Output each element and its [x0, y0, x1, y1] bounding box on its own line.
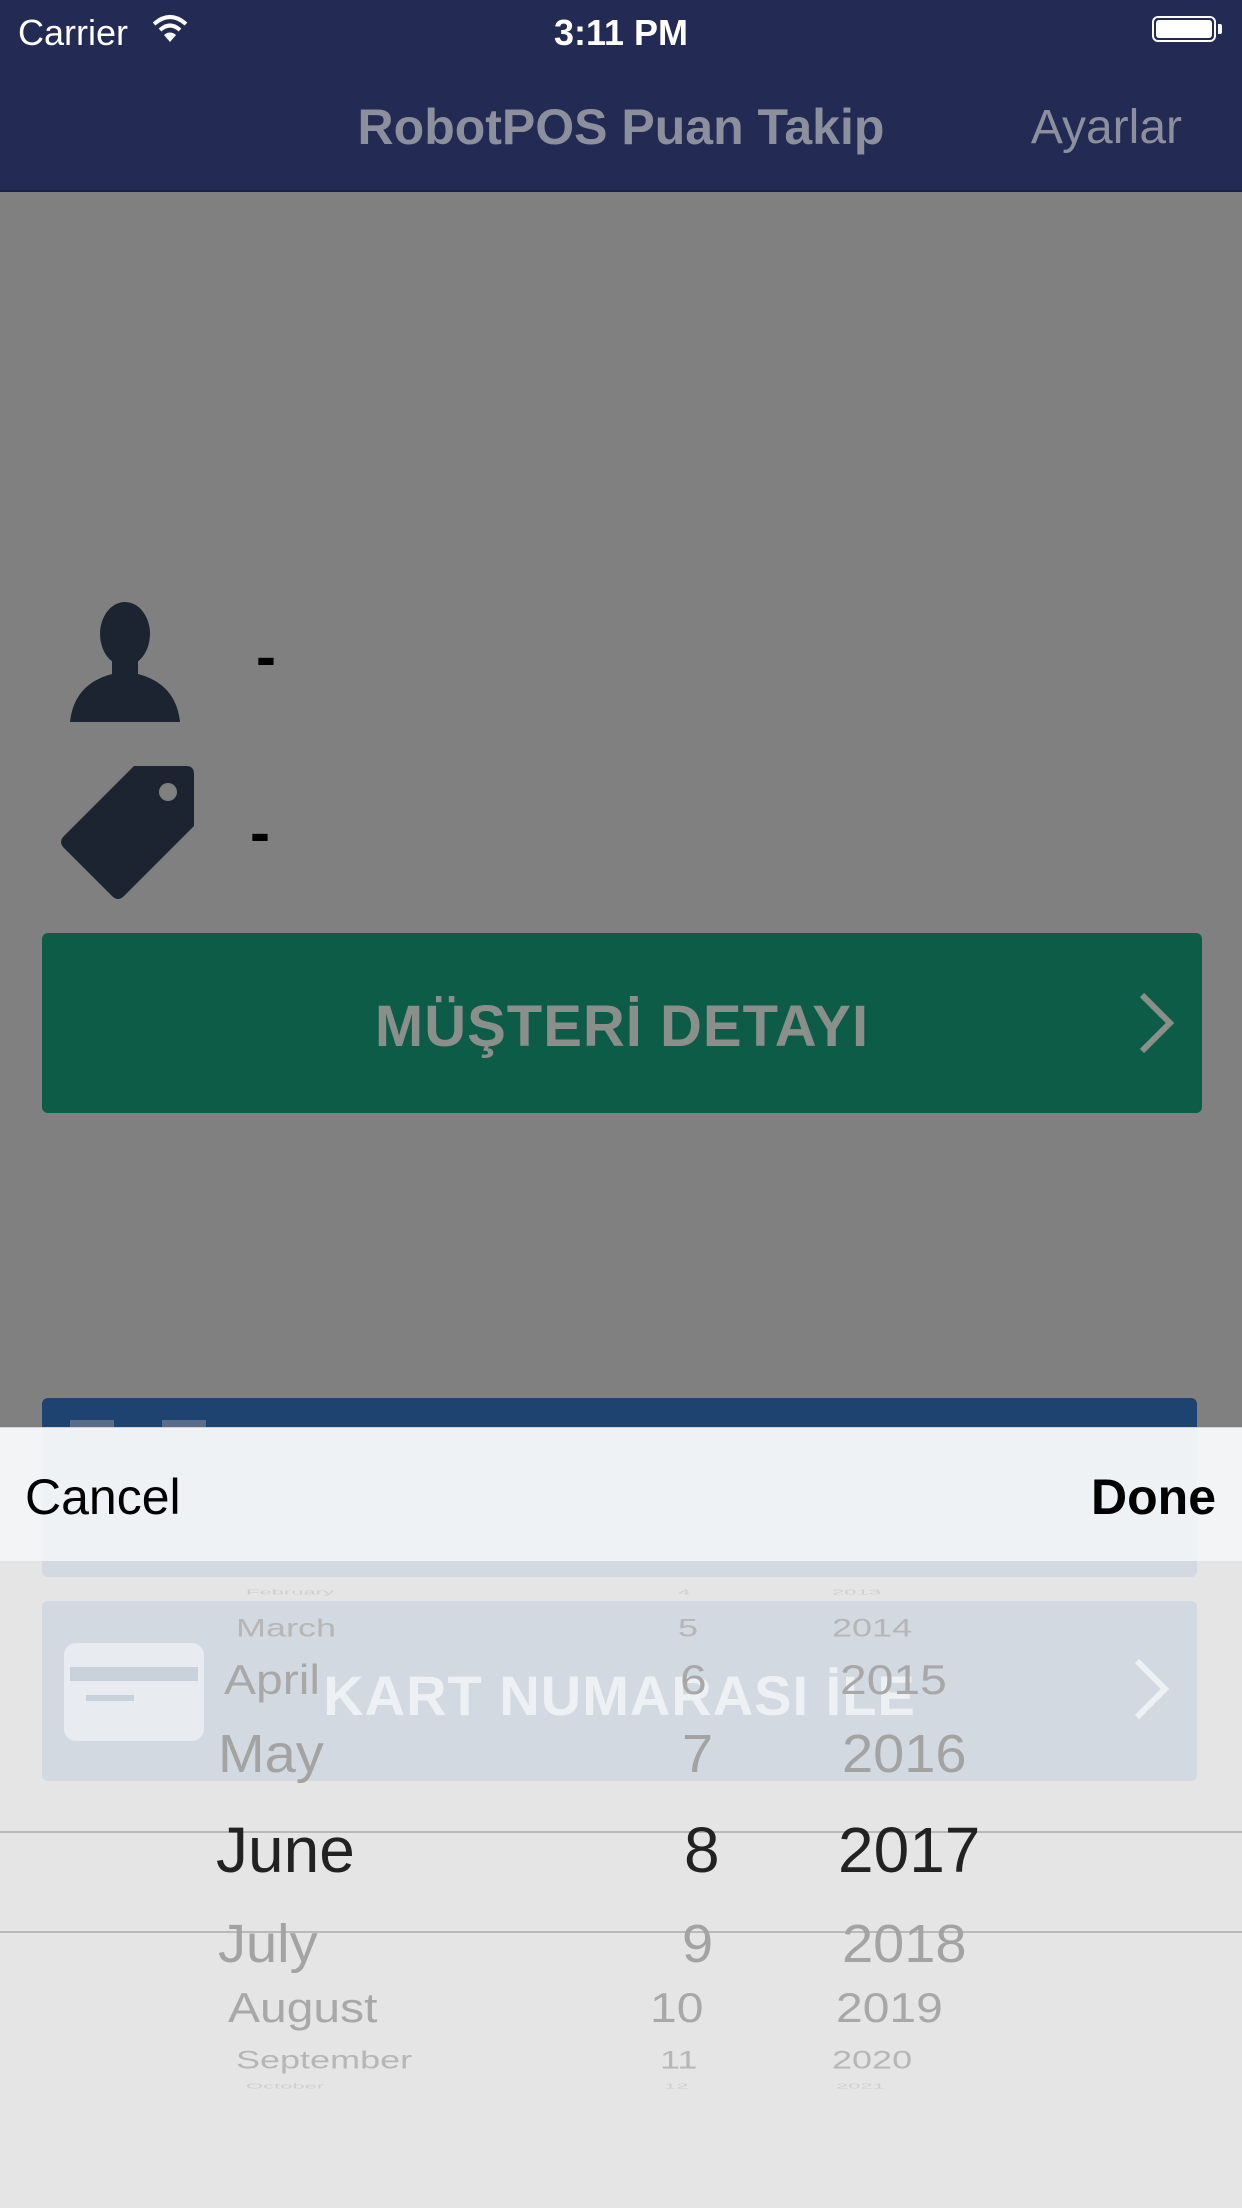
- year-wheel[interactable]: 2013 2014 2015 2016 2017 2018 2019 2020 2021: [780, 1561, 1240, 2208]
- picker-toolbar: Cancel Done: [0, 1427, 1242, 1562]
- customer-points-value: -: [250, 799, 270, 866]
- year-option[interactable]: 2015: [840, 1657, 947, 1704]
- settings-button[interactable]: Ayarlar: [1031, 100, 1182, 155]
- cancel-button[interactable]: Cancel: [25, 1468, 181, 1526]
- battery-icon: [1152, 16, 1216, 42]
- status-time: 3:11 PM: [553, 12, 689, 53]
- year-option[interactable]: 2019: [836, 1985, 943, 2032]
- day-option[interactable]: 7: [682, 1722, 713, 1784]
- day-option[interactable]: 10: [650, 1985, 703, 2032]
- battery-tip: [1218, 24, 1222, 34]
- month-option[interactable]: May: [218, 1722, 324, 1784]
- year-option[interactable]: 2020: [832, 2045, 912, 2074]
- customer-detail-label: MÜŞTERİ DETAYI: [374, 994, 870, 1059]
- day-option[interactable]: 9: [682, 1912, 713, 1974]
- customer-detail-button[interactable]: MÜŞTERİ DETAYI: [42, 933, 1202, 1113]
- month-option[interactable]: October: [246, 2081, 324, 2090]
- day-option[interactable]: 6: [680, 1657, 707, 1704]
- year-option[interactable]: 2014: [832, 1613, 912, 1642]
- chevron-right-icon: [1139, 992, 1175, 1054]
- month-option[interactable]: July: [218, 1912, 318, 1974]
- year-option[interactable]: 2016: [842, 1722, 967, 1784]
- year-option[interactable]: 2021: [836, 2081, 885, 2090]
- day-selected[interactable]: 8: [684, 1813, 720, 1887]
- year-option[interactable]: 2018: [842, 1912, 967, 1974]
- month-option[interactable]: March: [236, 1613, 336, 1642]
- day-option[interactable]: 5: [678, 1613, 698, 1642]
- month-option[interactable]: February: [246, 1587, 334, 1596]
- month-option[interactable]: April: [224, 1657, 320, 1704]
- month-option[interactable]: August: [228, 1985, 377, 2032]
- day-option[interactable]: 12: [664, 2081, 688, 2090]
- done-button[interactable]: Done: [1091, 1468, 1216, 1526]
- navigation-bar: RobotPOS Puan Takip Ayarlar: [0, 62, 1242, 192]
- year-option[interactable]: 2013: [832, 1587, 881, 1596]
- year-selected[interactable]: 2017: [838, 1813, 980, 1887]
- day-option[interactable]: 11: [660, 2045, 697, 2074]
- customer-name-value: -: [256, 623, 276, 690]
- month-selected[interactable]: June: [216, 1813, 355, 1887]
- person-icon: [70, 602, 180, 722]
- status-bar: Carrier 3:11 PM: [0, 0, 1242, 62]
- month-option[interactable]: September: [236, 2045, 412, 2074]
- tag-icon: [61, 766, 194, 899]
- day-option[interactable]: 4: [678, 1587, 690, 1596]
- date-picker[interactable]: KART NUMARASI İLE February March April May J…: [0, 1561, 1242, 2208]
- month-wheel[interactable]: February March April May June July August Septe…: [0, 1561, 560, 2208]
